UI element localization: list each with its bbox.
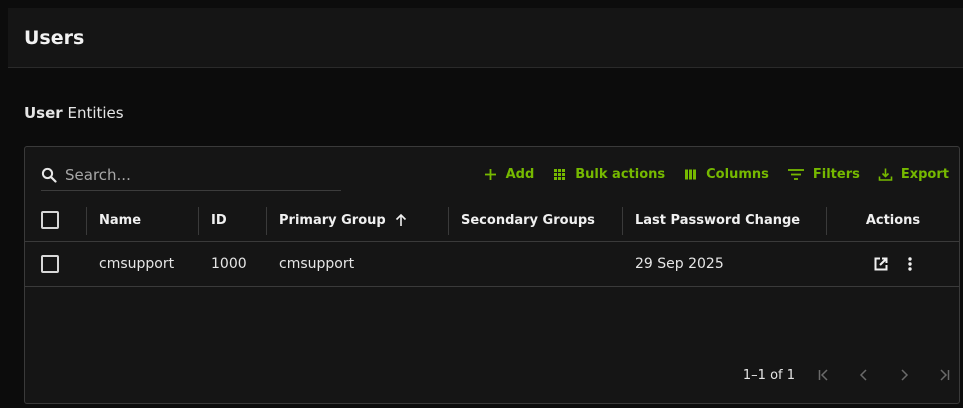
columns-label: Columns — [706, 166, 769, 182]
pagination: 1–1 of 1 — [743, 363, 951, 387]
pagination-range: 1–1 of 1 — [742, 367, 795, 383]
cell-secondary-groups — [449, 242, 623, 286]
pager-controls — [817, 368, 951, 382]
next-page-icon[interactable] — [897, 368, 911, 382]
arrow-up-icon — [395, 213, 406, 226]
column-header-name[interactable]: Name — [87, 199, 199, 241]
column-header-id-label: ID — [211, 212, 227, 228]
filters-label: Filters — [812, 166, 860, 182]
section-title: User Entities — [24, 104, 124, 122]
row-checkbox[interactable] — [41, 255, 59, 273]
cell-last-password-change: 29 Sep 2025 — [635, 256, 724, 272]
previous-page-icon[interactable] — [857, 368, 871, 382]
column-header-actions-label: Actions — [865, 212, 921, 228]
page-title: Users — [24, 27, 85, 49]
column-header-id[interactable]: ID — [199, 199, 267, 241]
cell-primary-group: cmsupport — [279, 256, 355, 272]
header-checkbox-cell — [25, 199, 87, 241]
table-toolbar: Add Bulk actions — [25, 147, 959, 199]
users-table-panel: Add Bulk actions — [24, 146, 960, 404]
column-header-last-password-change[interactable]: Last Password Change — [623, 199, 827, 241]
column-header-secondary-groups-label: Secondary Groups — [461, 212, 595, 228]
add-button-label: Add — [505, 166, 535, 182]
search-icon — [41, 167, 57, 183]
table-header: Name ID Primary Group Secondary Groups L… — [25, 199, 959, 242]
column-header-primary-group[interactable]: Primary Group — [267, 199, 449, 241]
column-header-actions: Actions — [827, 199, 959, 241]
toolbar-actions: Add Bulk actions Columns Filters Export — [483, 162, 949, 186]
search-box[interactable] — [41, 159, 341, 191]
section-title-rest: Entities — [67, 104, 124, 122]
export-label: Export — [900, 166, 949, 182]
select-all-checkbox[interactable] — [41, 211, 59, 229]
column-header-name-label: Name — [99, 212, 142, 228]
table-row[interactable]: cmsupport 1000 cmsupport 29 Sep 2025 — [25, 242, 959, 287]
bulk-actions-button[interactable]: Bulk actions — [552, 167, 665, 182]
export-button[interactable]: Export — [878, 167, 949, 182]
download-icon — [878, 168, 893, 181]
columns-icon — [685, 169, 697, 179]
filters-button[interactable]: Filters — [787, 167, 860, 182]
cell-name: cmsupport — [99, 256, 175, 272]
page-header: Users — [8, 8, 963, 68]
column-header-last-password-change-label: Last Password Change — [635, 212, 801, 228]
more-vertical-icon[interactable] — [907, 256, 913, 272]
section-title-bold: User — [24, 104, 63, 122]
plus-icon — [484, 168, 496, 180]
column-header-primary-group-label: Primary Group — [279, 212, 386, 228]
add-button[interactable]: Add — [483, 166, 535, 182]
filter-lines-icon — [787, 168, 804, 180]
row-checkbox-cell — [25, 242, 87, 286]
bulk-actions-label: Bulk actions — [575, 166, 666, 182]
columns-button[interactable]: Columns — [683, 167, 769, 182]
search-input[interactable] — [65, 165, 325, 184]
cell-actions — [827, 242, 959, 286]
last-page-icon[interactable] — [937, 368, 951, 382]
grid-dots-icon — [554, 168, 566, 180]
first-page-icon[interactable] — [817, 368, 831, 382]
cell-id: 1000 — [211, 256, 247, 272]
open-external-icon[interactable] — [873, 256, 889, 272]
column-header-secondary-groups[interactable]: Secondary Groups — [449, 199, 623, 241]
